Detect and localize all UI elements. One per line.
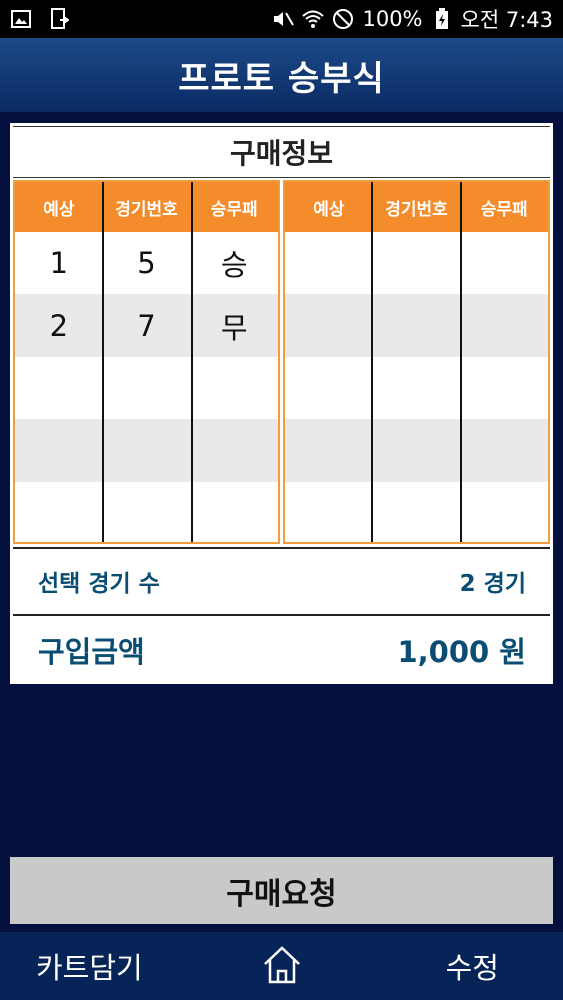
bottom-nav: 카트담기 수정	[0, 932, 563, 1000]
home-icon[interactable]	[262, 944, 302, 986]
cell-prediction	[285, 294, 373, 356]
divider	[13, 614, 550, 616]
cell-game-number	[373, 419, 461, 481]
cell-result	[190, 482, 278, 544]
amount-row: 구입금액 1,000 원	[38, 628, 526, 672]
table-header: 예상 경기번호 승무패	[15, 182, 278, 232]
cell-result	[460, 294, 548, 356]
mute-icon	[272, 8, 295, 30]
table-row	[285, 482, 548, 544]
table-row[interactable]: 1 5 승	[15, 232, 278, 294]
cell-prediction	[15, 419, 103, 481]
selected-games-value: 2 경기	[459, 571, 526, 597]
cell-result	[460, 232, 548, 294]
edit-button[interactable]: 수정	[446, 945, 499, 987]
cell-prediction	[285, 232, 373, 294]
table-row	[15, 419, 278, 482]
cell-result	[460, 357, 548, 419]
amount-value: 1,000 원	[397, 635, 526, 669]
cell-result: 무	[220, 310, 248, 345]
card-title-bar: 구매정보	[13, 126, 550, 178]
cell-prediction	[285, 419, 373, 481]
cell-prediction: 1	[49, 246, 69, 281]
card-title: 구매정보	[229, 137, 334, 170]
selected-games-label: 선택 경기 수	[38, 571, 160, 597]
table-row	[285, 294, 548, 357]
column-result: 승무패	[210, 199, 258, 220]
clock: 오전 7:43	[460, 8, 553, 32]
app-header: 프로토 승부식	[0, 38, 563, 112]
picks-table-right: 예상 경기번호 승무패	[283, 180, 550, 544]
cell-game-number	[103, 482, 191, 544]
cell-game-number: 7	[137, 308, 156, 343]
cell-result	[460, 482, 548, 544]
cell-prediction	[15, 482, 103, 544]
cell-prediction	[15, 357, 103, 419]
cell-result	[190, 357, 278, 419]
battery-percent: 100%	[362, 7, 423, 31]
table-row[interactable]: 2 7 무	[15, 294, 278, 357]
column-game-number: 경기번호	[385, 199, 448, 220]
table-row	[285, 419, 548, 482]
battery-charging-icon	[431, 8, 453, 30]
picks-table-left: 예상 경기번호 승무패 1 5 승 2 7 무	[13, 180, 280, 544]
do-not-disturb-icon	[332, 8, 354, 30]
wifi-icon	[302, 8, 325, 30]
screen-cast-icon	[48, 8, 70, 30]
column-prediction: 예상	[43, 199, 75, 220]
cell-game-number	[103, 357, 191, 419]
cell-game-number: 5	[137, 246, 156, 281]
column-result: 승무패	[480, 199, 528, 220]
table-row	[15, 357, 278, 419]
page-title: 프로토 승부식	[178, 58, 385, 99]
divider	[13, 547, 550, 549]
cell-prediction	[285, 357, 373, 419]
cell-result	[460, 419, 548, 481]
cell-game-number	[373, 294, 461, 356]
cell-prediction	[285, 482, 373, 544]
cell-game-number	[373, 357, 461, 419]
purchase-info-card: 구매정보 예상 경기번호 승무패 1 5 승 2 7 무 예상 경기번호 승무패…	[10, 123, 553, 684]
status-bar: 100% 오전 7:43	[0, 0, 563, 38]
purchase-request-button[interactable]: 구매요청	[10, 857, 553, 924]
table-row	[285, 232, 548, 294]
cell-prediction: 2	[49, 308, 69, 343]
add-to-cart-button[interactable]: 카트담기	[36, 945, 143, 987]
cell-result: 승	[220, 248, 248, 283]
table-row	[285, 357, 548, 419]
cell-game-number	[373, 232, 461, 294]
cell-game-number	[373, 482, 461, 544]
amount-label: 구입금액	[38, 635, 145, 669]
cell-result	[190, 419, 278, 481]
selected-games-row: 선택 경기 수 2 경기	[38, 561, 526, 601]
table-header: 예상 경기번호 승무패	[285, 182, 548, 232]
cell-game-number	[103, 419, 191, 481]
image-icon	[10, 8, 32, 30]
column-game-number: 경기번호	[115, 199, 178, 220]
table-row	[15, 482, 278, 544]
column-prediction: 예상	[313, 199, 345, 220]
